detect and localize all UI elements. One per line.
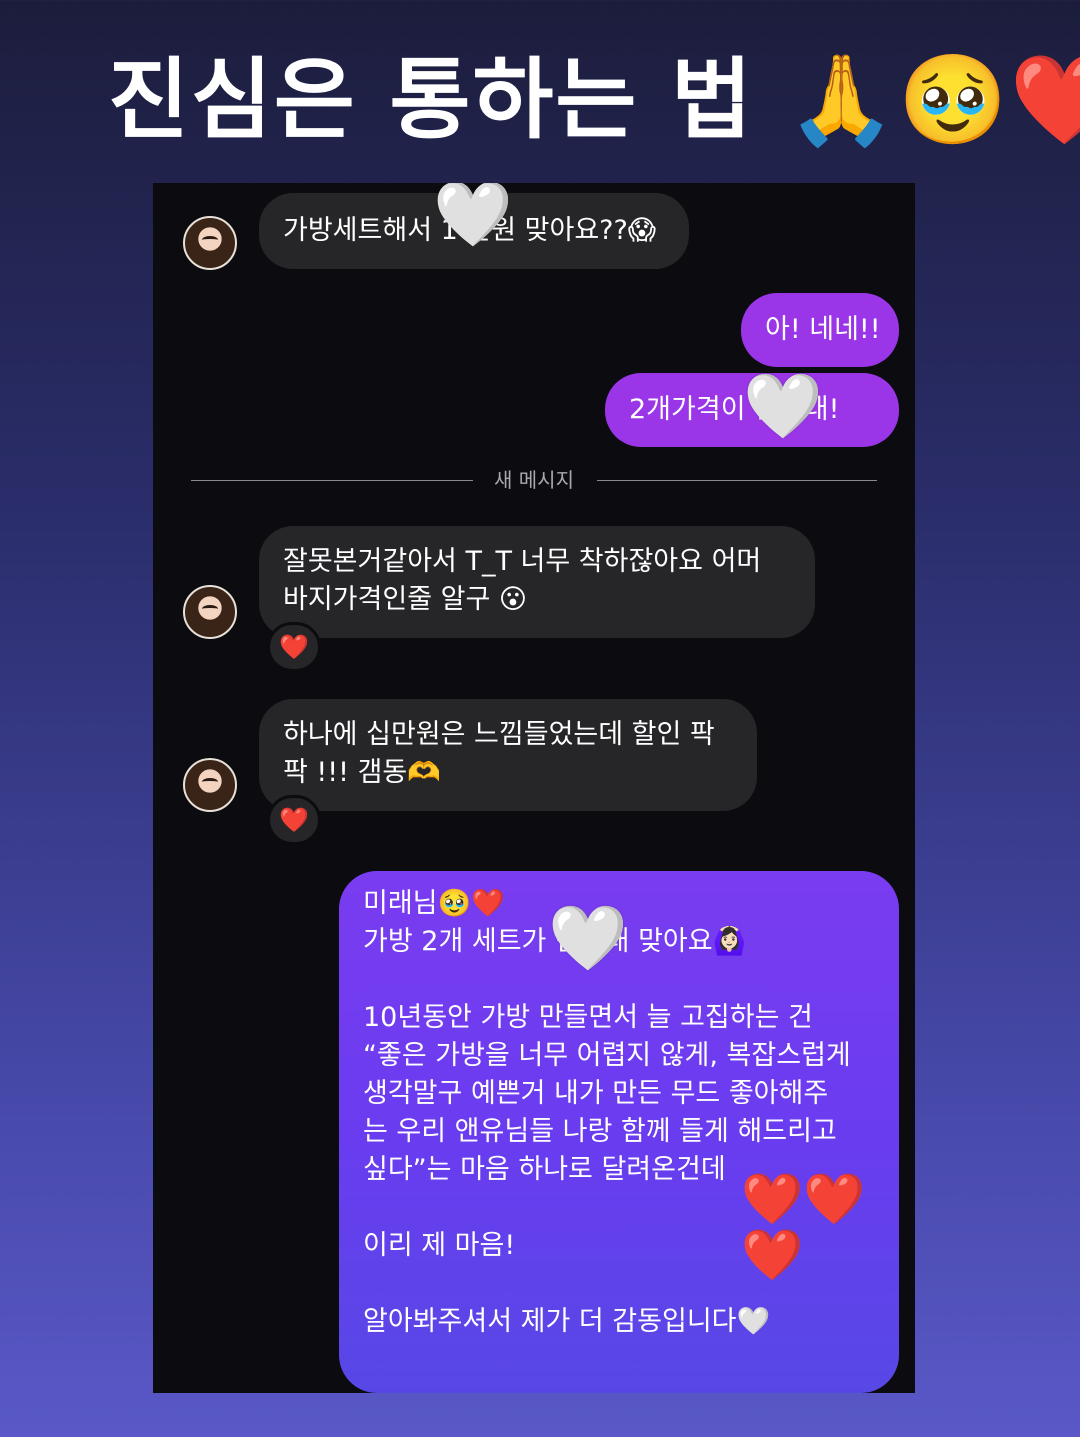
divider-line-right: [597, 480, 877, 481]
red-hearts-sticker-icon: ❤️❤️❤️: [741, 1170, 866, 1284]
heart-reaction-icon[interactable]: ❤️: [267, 795, 321, 845]
outgoing-message-bubble[interactable]: 아! 네네!!: [741, 293, 899, 367]
new-messages-divider: 새 메시지: [494, 468, 574, 492]
divider-line-left: [191, 480, 473, 481]
avatar[interactable]: [183, 758, 237, 812]
avatar[interactable]: [183, 585, 237, 639]
headline-emojis: 🙏🥹❤️: [786, 48, 1080, 151]
heart-reaction-icon[interactable]: ❤️: [267, 622, 321, 672]
white-heart-sticker-icon: 🤍: [433, 183, 513, 252]
message-line: 10년동안 가방 만들면서 늘 고집하는 건: [363, 1002, 813, 1033]
avatar[interactable]: [183, 216, 237, 270]
chat-screenshot: 가방세트해서 1 만원 맞아요??😱 🤍 아! 네네!! 2개가격이 만원대! …: [153, 183, 915, 1393]
headline-text: 진심은 통하는 법: [108, 48, 754, 151]
message-line: 하나에 십만원은 느낌들었는데 할인 팍: [283, 719, 715, 750]
message-line: 생각말구 예쁜거 내가 만든 무드 좋아해주: [363, 1078, 829, 1109]
incoming-message-bubble[interactable]: 잘못본거같아서 T_T 너무 착하잖아요 어머 바지가격인줄 알구 😮: [259, 526, 815, 638]
message-line: 팍 !!! 갬동🫶: [283, 757, 441, 788]
message-text: 아! 네네!!: [765, 314, 881, 345]
white-heart-sticker-icon: 🤍: [548, 902, 628, 976]
white-heart-sticker-icon: 🤍: [743, 370, 823, 444]
message-line: 잘못본거같아서 T_T 너무 착하잖아요 어머: [283, 546, 762, 577]
message-line: 바지가격인줄 알구 😮: [283, 584, 528, 615]
incoming-message-bubble[interactable]: 하나에 십만원은 느낌들었는데 할인 팍 팍 !!! 갬동🫶: [259, 699, 757, 811]
message-line: 알아봐주셔서 제가 더 감동입니다🤍: [363, 1306, 771, 1337]
message-line: 는 우리 앤유님들 나랑 함께 들게 해드리고: [363, 1116, 837, 1147]
message-line: “좋은 가방을 너무 어렵지 않게, 복잡스럽게: [363, 1040, 851, 1071]
headline: 진심은 통하는 법 🙏🥹❤️: [108, 40, 1080, 160]
